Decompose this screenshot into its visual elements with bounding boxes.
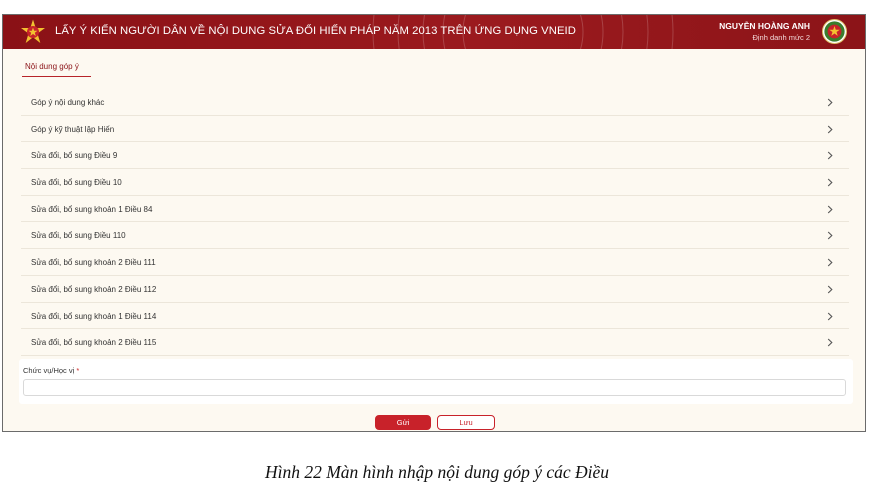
list-item-label: Sửa đổi, bổ sung khoản 1 Điều 84 [31,204,153,214]
position-field-group: Chức vụ/Học vị * [19,359,853,404]
chevron-right-icon [827,338,833,347]
list-item-label: Sửa đổi, bổ sung khoản 2 Điều 112 [31,284,157,294]
topic-list: Góp ý nội dung khác Góp ý kỹ thuật lập Hi… [21,89,849,356]
list-item[interactable]: Sửa đổi, bổ sung Điều 9 [21,142,849,170]
active-tab-indicator [22,76,91,77]
national-emblem-icon [21,19,45,43]
chevron-right-icon [827,178,833,187]
required-mark: * [76,366,80,375]
chevron-right-icon [827,285,833,294]
list-item[interactable]: Sửa đổi, bổ sung khoản 2 Điều 115 [21,329,849,356]
list-item-label: Sửa đổi, bổ sung Điều 110 [31,231,126,241]
chevron-right-icon [827,125,833,134]
list-item-label: Góp ý nội dung khác [31,98,105,107]
list-item-label: Sửa đổi, bổ sung khoản 1 Điều 114 [31,311,157,321]
app-window: LẤY Ý KIẾN NGƯỜI DÂN VỀ NỘI DUNG SỬA ĐỔI… [2,14,866,432]
position-input[interactable] [23,379,846,396]
save-button[interactable]: Lưu [437,415,495,430]
list-item-label: Góp ý kỹ thuật lập Hiến [31,124,115,134]
chevron-right-icon [827,232,833,240]
list-item-label: Sửa đổi, bổ sung khoản 2 Điều 115 [31,338,157,348]
list-item-label: Sửa đổi, bổ sung khoản 2 Điều 111 [31,258,156,268]
chevron-right-icon [827,312,833,320]
app-header: LẤY Ý KIẾN NGƯỜI DÂN VỀ NỘI DUNG SỬA ĐỔI… [3,15,865,49]
list-item[interactable]: Sửa đổi, bổ sung khoản 2 Điều 112 [21,276,849,303]
police-badge-icon [824,21,845,42]
list-item[interactable]: Sửa đổi, bổ sung khoản 2 Điều 111 [21,249,849,276]
tab-noi-dung-gop-y[interactable]: Nội dung góp ý [25,62,79,71]
list-item[interactable]: Góp ý nội dung khác [21,89,849,116]
chevron-right-icon [827,151,833,160]
list-item[interactable]: Sửa đổi, bổ sung Điều 10 [21,169,849,196]
user-level: Định danh mức 2 [752,33,810,42]
avatar[interactable] [822,19,847,44]
list-item-label: Sửa đổi, bổ sung Điều 9 [31,151,118,161]
chevron-right-icon [827,258,833,267]
list-item[interactable]: Sửa đổi, bổ sung khoản 1 Điều 84 [21,196,849,223]
user-name: NGUYỄN HOÀNG ANH [719,21,810,31]
app-title: LẤY Ý KIẾN NGƯỜI DÂN VỀ NỘI DUNG SỬA ĐỔI… [55,25,576,37]
list-item-label: Sửa đổi, bổ sung Điều 10 [31,178,122,188]
chevron-right-icon [827,205,833,214]
list-item[interactable]: Góp ý kỹ thuật lập Hiến [21,116,849,143]
chevron-right-icon [827,98,833,107]
submit-button[interactable]: Gửi [375,415,431,430]
list-item[interactable]: Sửa đổi, bổ sung khoản 1 Điều 114 [21,303,849,330]
position-field-label: Chức vụ/Học vị * [23,366,80,375]
figure-caption: Hình 22 Màn hình nhập nội dung góp ý các… [264,462,610,482]
list-item[interactable]: Sửa đổi, bổ sung Điều 110 [21,222,849,250]
